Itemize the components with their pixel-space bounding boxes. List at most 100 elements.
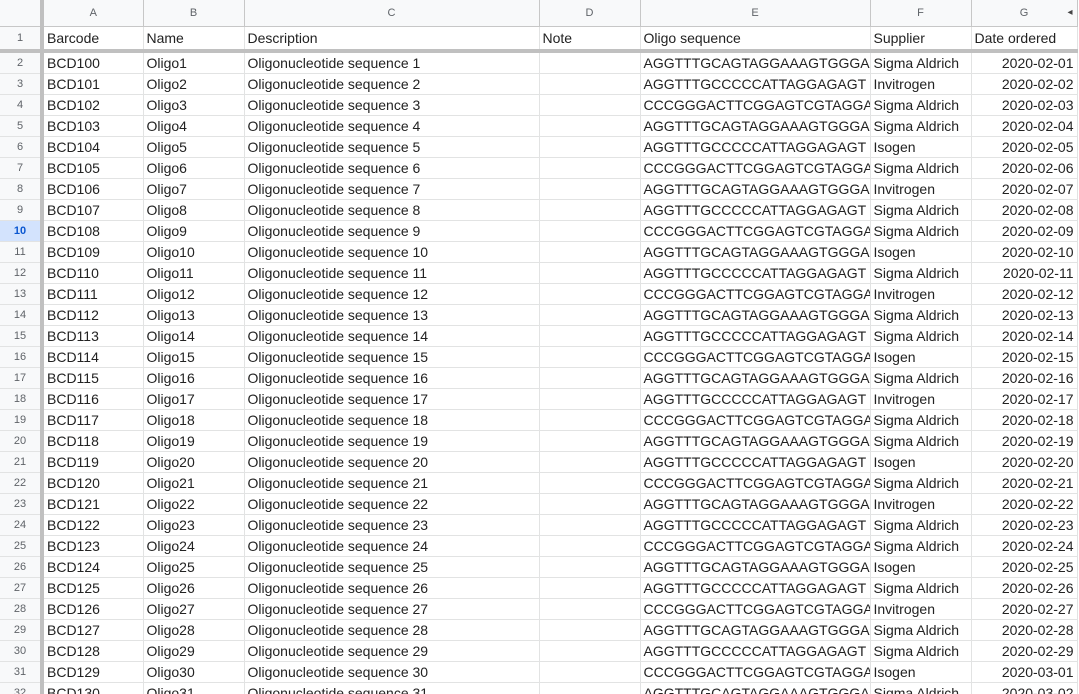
cell-c[interactable]: Oligonucleotide sequence 23 bbox=[244, 514, 540, 536]
cell-a[interactable]: BCD109 bbox=[42, 241, 144, 263]
cell-d[interactable] bbox=[539, 325, 641, 347]
column-header-a[interactable]: A bbox=[42, 0, 144, 27]
row-number[interactable]: 30 bbox=[0, 640, 44, 662]
cell-c[interactable]: Oligonucleotide sequence 18 bbox=[244, 409, 540, 431]
cell-d[interactable] bbox=[539, 199, 641, 221]
cell-g[interactable]: 2020-03-01 bbox=[971, 661, 1078, 683]
cell-a[interactable]: BCD124 bbox=[42, 556, 144, 578]
cell-g[interactable]: 2020-02-17 bbox=[971, 388, 1078, 410]
cell-d[interactable] bbox=[539, 661, 641, 683]
cell-d[interactable] bbox=[539, 178, 641, 200]
cell-a[interactable]: BCD113 bbox=[42, 325, 144, 347]
row-number[interactable]: 12 bbox=[0, 262, 44, 284]
cell-e[interactable]: AGGTTTGCAGTAGGAAAGTGGGA bbox=[640, 619, 871, 641]
cell-c[interactable]: Oligonucleotide sequence 31 bbox=[244, 682, 540, 694]
cell-d[interactable] bbox=[539, 472, 641, 494]
cell-c[interactable]: Oligonucleotide sequence 20 bbox=[244, 451, 540, 473]
cell-e[interactable]: CCCGGGACTTCGGAGTCGTAGGA bbox=[640, 157, 871, 179]
cell-f[interactable]: Isogen bbox=[870, 136, 972, 158]
cell-e[interactable]: CCCGGGACTTCGGAGTCGTAGGA bbox=[640, 661, 871, 683]
column-header-e[interactable]: E bbox=[640, 0, 871, 27]
cell-b[interactable]: Oligo24 bbox=[143, 535, 245, 557]
cell-b[interactable]: Oligo15 bbox=[143, 346, 245, 368]
cell-e[interactable]: AGGTTTGCAGTAGGAAAGTGGGA bbox=[640, 50, 871, 74]
cell-g[interactable]: 2020-02-21 bbox=[971, 472, 1078, 494]
row-number[interactable]: 11 bbox=[0, 241, 44, 263]
row-number[interactable]: 1 bbox=[0, 26, 44, 53]
cell-f[interactable]: Sigma Aldrich bbox=[870, 472, 972, 494]
cell-g[interactable]: 2020-02-06 bbox=[971, 157, 1078, 179]
cell-a[interactable]: BCD121 bbox=[42, 493, 144, 515]
cell-c[interactable]: Oligonucleotide sequence 24 bbox=[244, 535, 540, 557]
cell-g[interactable]: 2020-02-07 bbox=[971, 178, 1078, 200]
cell-d[interactable] bbox=[539, 514, 641, 536]
cell-f[interactable]: Invitrogen bbox=[870, 493, 972, 515]
cell-e[interactable]: AGGTTTGCAGTAGGAAAGTGGGA bbox=[640, 241, 871, 263]
cell-c[interactable]: Oligonucleotide sequence 12 bbox=[244, 283, 540, 305]
cell-b[interactable]: Oligo10 bbox=[143, 241, 245, 263]
cell-b[interactable]: Oligo1 bbox=[143, 50, 245, 74]
cell-e[interactable]: AGGTTTGCAGTAGGAAAGTGGGA bbox=[640, 556, 871, 578]
cell-e[interactable]: AGGTTTGCAGTAGGAAAGTGGGA bbox=[640, 430, 871, 452]
row-number[interactable]: 20 bbox=[0, 430, 44, 452]
cell-g[interactable]: 2020-02-24 bbox=[971, 535, 1078, 557]
cell-c[interactable]: Oligonucleotide sequence 6 bbox=[244, 157, 540, 179]
row-number[interactable]: 32 bbox=[0, 682, 44, 694]
cell-b[interactable]: Oligo4 bbox=[143, 115, 245, 137]
cell-c[interactable]: Oligonucleotide sequence 10 bbox=[244, 241, 540, 263]
row-number[interactable]: 2 bbox=[0, 50, 44, 74]
cell-g[interactable]: 2020-02-14 bbox=[971, 325, 1078, 347]
cell-g[interactable]: 2020-02-15 bbox=[971, 346, 1078, 368]
cell-e[interactable]: AGGTTTGCCCCCATTAGGAGAGT bbox=[640, 451, 871, 473]
cell-e[interactable]: AGGTTTGCAGTAGGAAAGTGGGA bbox=[640, 367, 871, 389]
cell-a[interactable]: BCD116 bbox=[42, 388, 144, 410]
cell-b[interactable]: Oligo9 bbox=[143, 220, 245, 242]
cell-e[interactable]: AGGTTTGCCCCCATTAGGAGAGT bbox=[640, 640, 871, 662]
cell-d[interactable] bbox=[539, 451, 641, 473]
header-cell-f[interactable]: Supplier bbox=[870, 26, 972, 53]
cell-e[interactable]: AGGTTTGCCCCCATTAGGAGAGT bbox=[640, 388, 871, 410]
column-header-d[interactable]: D bbox=[539, 0, 641, 27]
cell-e[interactable]: CCCGGGACTTCGGAGTCGTAGGA bbox=[640, 346, 871, 368]
cell-g[interactable]: 2020-02-09 bbox=[971, 220, 1078, 242]
cell-b[interactable]: Oligo26 bbox=[143, 577, 245, 599]
cell-g[interactable]: 2020-02-22 bbox=[971, 493, 1078, 515]
row-number[interactable]: 28 bbox=[0, 598, 44, 620]
cell-f[interactable]: Sigma Aldrich bbox=[870, 262, 972, 284]
cell-d[interactable] bbox=[539, 430, 641, 452]
cell-a[interactable]: BCD103 bbox=[42, 115, 144, 137]
cell-c[interactable]: Oligonucleotide sequence 25 bbox=[244, 556, 540, 578]
cell-g[interactable]: 2020-02-13 bbox=[971, 304, 1078, 326]
cell-a[interactable]: BCD122 bbox=[42, 514, 144, 536]
header-cell-d[interactable]: Note bbox=[539, 26, 641, 53]
cell-d[interactable] bbox=[539, 346, 641, 368]
cell-f[interactable]: Sigma Aldrich bbox=[870, 199, 972, 221]
cell-a[interactable]: BCD119 bbox=[42, 451, 144, 473]
cell-c[interactable]: Oligonucleotide sequence 15 bbox=[244, 346, 540, 368]
cell-d[interactable] bbox=[539, 598, 641, 620]
cell-e[interactable]: CCCGGGACTTCGGAGTCGTAGGA bbox=[640, 535, 871, 557]
cell-f[interactable]: Isogen bbox=[870, 451, 972, 473]
cell-d[interactable] bbox=[539, 493, 641, 515]
cell-a[interactable]: BCD120 bbox=[42, 472, 144, 494]
cell-a[interactable]: BCD102 bbox=[42, 94, 144, 116]
cell-c[interactable]: Oligonucleotide sequence 4 bbox=[244, 115, 540, 137]
cell-d[interactable] bbox=[539, 640, 641, 662]
cell-b[interactable]: Oligo22 bbox=[143, 493, 245, 515]
cell-g[interactable]: 2020-02-01 bbox=[971, 50, 1078, 74]
cell-b[interactable]: Oligo21 bbox=[143, 472, 245, 494]
cell-f[interactable]: Sigma Aldrich bbox=[870, 535, 972, 557]
cell-d[interactable] bbox=[539, 136, 641, 158]
row-number[interactable]: 14 bbox=[0, 304, 44, 326]
cell-c[interactable]: Oligonucleotide sequence 9 bbox=[244, 220, 540, 242]
cell-d[interactable] bbox=[539, 367, 641, 389]
cell-c[interactable]: Oligonucleotide sequence 5 bbox=[244, 136, 540, 158]
row-number[interactable]: 25 bbox=[0, 535, 44, 557]
cell-f[interactable]: Sigma Aldrich bbox=[870, 94, 972, 116]
row-number[interactable]: 16 bbox=[0, 346, 44, 368]
cell-b[interactable]: Oligo5 bbox=[143, 136, 245, 158]
row-number[interactable]: 17 bbox=[0, 367, 44, 389]
header-cell-e[interactable]: Oligo sequence bbox=[640, 26, 871, 53]
cell-g[interactable]: 2020-02-25 bbox=[971, 556, 1078, 578]
cell-e[interactable]: CCCGGGACTTCGGAGTCGTAGGA bbox=[640, 472, 871, 494]
